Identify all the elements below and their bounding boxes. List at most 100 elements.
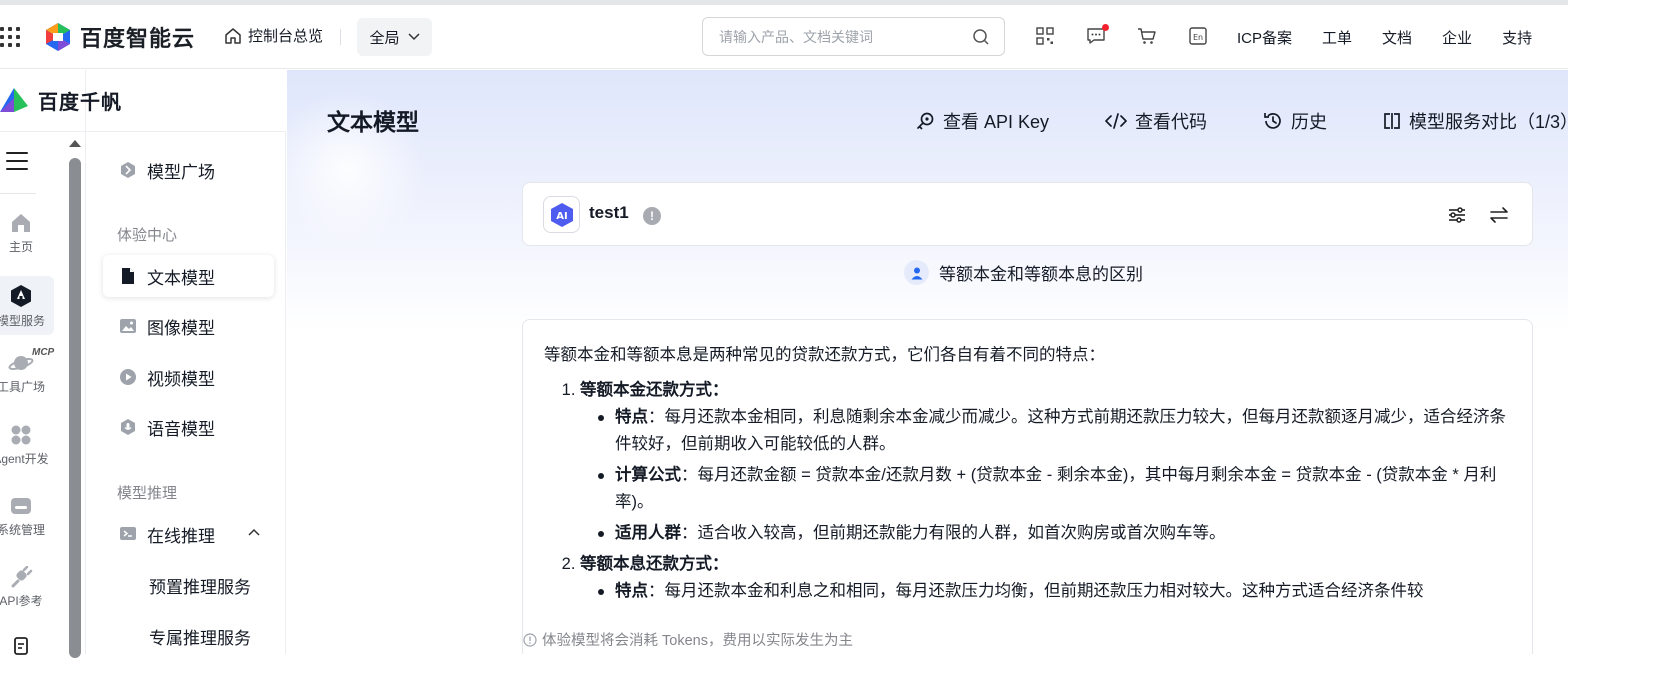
rail-item-system[interactable]: 系统管理	[0, 495, 54, 538]
rail-item-docs[interactable]	[0, 636, 54, 656]
svg-text:AI: AI	[556, 211, 567, 222]
sidebar-item-image-model[interactable]: 图像模型	[103, 305, 274, 347]
sidebar-item-online-inference[interactable]: 在线推理	[103, 513, 274, 555]
model-selector-card: AI test1 !	[522, 182, 1533, 246]
sidebar-item-preset-service[interactable]: 预置推理服务	[149, 573, 251, 598]
view-code-button[interactable]: 查看代码	[1105, 108, 1207, 134]
sidebar-item-model-square[interactable]: 模型广场	[103, 149, 274, 191]
chevron-up-icon[interactable]	[248, 528, 260, 536]
divider	[0, 193, 36, 194]
point-label: 适用人群	[615, 524, 681, 542]
compare-icon	[1384, 113, 1400, 129]
sidebar-item-label: 语音模型	[147, 419, 215, 439]
home-icon	[225, 27, 241, 44]
model-compare-button[interactable]: 模型服务对比（1/3）	[1383, 108, 1568, 134]
point-text: ：每月还款金额 = 贷款本金/还款月数 + (贷款本金 - 剩余本金)，其中每月…	[615, 466, 1497, 511]
scroll-up-arrow-icon[interactable]	[69, 140, 81, 147]
model-square-icon	[121, 162, 135, 178]
sidebar-item-dedicated-service[interactable]: 专属推理服务	[149, 624, 251, 649]
global-search[interactable]	[702, 17, 1005, 56]
answer-section: 等额本金还款方式： 特点：每月还款本金相同，利息随剩余本金减少而减少。这种方式前…	[580, 377, 1512, 547]
view-api-key-button[interactable]: 查看 API Key	[915, 108, 1049, 134]
token-usage-notice: 体验模型将会消耗 Tokens，费用以实际发生为主	[523, 629, 853, 650]
search-icon[interactable]	[972, 28, 990, 46]
system-manage-icon	[11, 498, 31, 514]
top-icon-group: En	[1035, 24, 1208, 47]
point-item: 计算公式：每月还款金额 = 贷款本金/还款月数 + (贷款本金 - 剩余本金)，…	[594, 462, 1512, 516]
answer-section: 等额本息还款方式： 特点：每月还款本金和利息之和相同，每月还款压力均衡，但前期还…	[580, 551, 1512, 605]
enterprise-link[interactable]: 企业	[1442, 27, 1472, 48]
key-icon	[917, 112, 934, 130]
console-overview-label: 控制台总览	[248, 28, 324, 45]
rail-item-label: 系统管理	[0, 523, 45, 537]
rail-item-api[interactable]: API参考	[0, 566, 54, 609]
rail-item-home[interactable]: 主页	[0, 212, 54, 255]
header-actions: 查看 API Key 查看代码 历史 模型服务对比（1/3）	[915, 108, 1568, 134]
support-link[interactable]: 支持	[1502, 27, 1532, 48]
rail-item-agent[interactable]: Agent开发	[0, 424, 54, 467]
agent-icon	[11, 425, 31, 445]
plug-icon	[11, 566, 33, 588]
history-label: 历史	[1291, 112, 1328, 132]
rail-item-model-service[interactable]: 模型服务	[0, 276, 54, 335]
sidebar-item-voice-model[interactable]: 语音模型	[103, 406, 274, 448]
model-avatar: AI	[543, 196, 580, 233]
console-overview-link[interactable]: 控制台总览	[224, 25, 323, 46]
user-question: 等额本金和等额本息的区别	[904, 260, 1143, 285]
sidebar-item-video-model[interactable]: 视频模型	[103, 356, 274, 398]
answer-intro: 等额本金和等额本息是两种常见的贷款还款方式，它们各自有着不同的特点：	[544, 346, 1105, 364]
section-title: 等额本金还款方式：	[580, 381, 729, 399]
sidebar-item-label: 文本模型	[147, 268, 215, 288]
answer-card: 等额本金和等额本息是两种常见的贷款还款方式，它们各自有着不同的特点： 等额本金还…	[522, 319, 1533, 654]
sidebar-item-text-model[interactable]: 文本模型	[103, 255, 274, 297]
baidu-cloud-logo-icon	[46, 23, 70, 51]
ticket-link[interactable]: 工单	[1322, 27, 1352, 48]
icp-link[interactable]: ICP备案	[1237, 27, 1292, 48]
cart-icon[interactable]	[1137, 25, 1157, 47]
sidebar-item-label: 在线推理	[147, 526, 215, 546]
info-icon[interactable]: !	[643, 207, 661, 225]
answer-list: 等额本金还款方式： 特点：每月还款本金相同，利息随剩余本金减少而减少。这种方式前…	[544, 377, 1512, 605]
apps-grid-icon[interactable]	[0, 19, 24, 55]
ai-hexagon-icon: AI	[550, 202, 573, 227]
language-en-icon[interactable]: En	[1188, 25, 1208, 47]
notification-dot	[1102, 24, 1109, 31]
scope-select[interactable]: 全局	[357, 18, 432, 56]
history-button[interactable]: 历史	[1263, 108, 1327, 134]
home-icon	[12, 214, 30, 232]
search-input[interactable]	[719, 28, 972, 45]
scope-select-value: 全局	[369, 29, 400, 47]
model-name[interactable]: test1	[589, 203, 629, 223]
sidebar-item-label: 图像模型	[147, 318, 215, 338]
point-text: ：适合收入较高，但前期还款能力有限的人群，如首次购房或首次购车等。	[681, 524, 1226, 542]
rail-item-label: 主页	[8, 240, 33, 254]
sidebar-item-label: 模型广场	[147, 162, 215, 182]
baidu-cloud-logo[interactable]: 百度智能云	[42, 21, 195, 53]
top-navigation-bar: 百度智能云 控制台总览 全局 En ICP备案 工单 文档 企业 支持	[0, 5, 1568, 69]
model-compare-label: 模型服务对比（1/3）	[1409, 112, 1568, 132]
view-code-label: 查看代码	[1135, 112, 1208, 132]
info-circle-icon	[523, 632, 537, 647]
point-item: 特点：每月还款本金和利息之和相同，每月还款压力均衡，但前期还款压力相对较大。这种…	[594, 578, 1512, 605]
view-api-key-label: 查看 API Key	[943, 112, 1050, 132]
qrcode-icon[interactable]	[1035, 25, 1055, 47]
qianfan-brand[interactable]: 百度千帆	[0, 78, 122, 122]
point-text: ：每月还款本金和利息之和相同，每月还款压力均衡，但前期还款压力相对较大。这种方式…	[648, 582, 1424, 600]
section-points: 特点：每月还款本金和利息之和相同，每月还款压力均衡，但前期还款压力相对较大。这种…	[594, 578, 1512, 605]
switch-model-icon[interactable]	[1488, 204, 1510, 226]
scroll-thumb[interactable]	[69, 158, 81, 658]
settings-sliders-icon[interactable]	[1446, 204, 1468, 226]
chevron-down-icon	[407, 33, 420, 41]
secondary-sidebar: 模型广场 体验中心 文本模型 图像模型 视频模型 语音模型 模型推理 在线推理 …	[87, 132, 286, 654]
brand-text: 百度千帆	[38, 91, 122, 114]
menu-toggle-icon[interactable]	[6, 152, 28, 176]
message-icon[interactable]	[1086, 24, 1109, 47]
divider	[340, 29, 341, 45]
group-title-experience: 体验中心	[117, 227, 178, 244]
sidebar-scrollbar[interactable]	[68, 140, 82, 658]
point-item: 特点：每月还款本金相同，利息随剩余本金减少而减少。这种方式前期还款压力较大，但每…	[594, 404, 1512, 458]
rail-item-tools[interactable]: 工具广场	[0, 352, 54, 395]
docs-link[interactable]: 文档	[1382, 27, 1412, 48]
page-title: 文本模型	[327, 109, 419, 135]
qianfan-logo-icon	[0, 88, 28, 112]
